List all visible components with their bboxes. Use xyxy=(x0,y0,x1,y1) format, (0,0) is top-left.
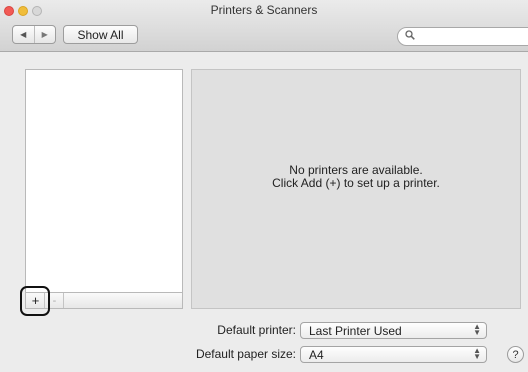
default-printer-select[interactable]: Last Printer Used ▲ ▼ xyxy=(300,322,487,339)
search-input[interactable] xyxy=(397,27,528,46)
popup-arrows-icon: ▲ ▼ xyxy=(473,322,481,337)
printer-list[interactable] xyxy=(25,69,183,293)
printer-detail-panel: No printers are available. Click Add (+)… xyxy=(191,69,521,309)
no-printers-line2: Click Add (+) to set up a printer. xyxy=(272,176,440,190)
default-printer-value: Last Printer Used xyxy=(309,324,402,338)
default-paper-value: A4 xyxy=(309,348,324,362)
default-paper-select[interactable]: A4 ▲ ▼ xyxy=(300,346,487,363)
search-icon xyxy=(405,30,415,40)
default-printer-label: Default printer: xyxy=(217,323,296,337)
show-all-button[interactable]: Show All xyxy=(63,25,138,44)
back-arrow-icon[interactable]: ◀ xyxy=(13,26,35,43)
add-button-highlight xyxy=(20,286,50,316)
help-button[interactable]: ? xyxy=(507,346,524,363)
window-titlebar: Printers & Scanners ◀ ▶ Show All xyxy=(0,0,528,52)
popup-arrows-icon: ▲ ▼ xyxy=(473,346,481,361)
window-title: Printers & Scanners xyxy=(210,3,318,17)
no-printers-message: No printers are available. Click Add (+)… xyxy=(192,164,520,190)
forward-arrow-icon[interactable]: ▶ xyxy=(35,26,56,43)
back-forward-group: ◀ ▶ xyxy=(12,25,56,44)
default-paper-label: Default paper size: xyxy=(195,347,296,361)
